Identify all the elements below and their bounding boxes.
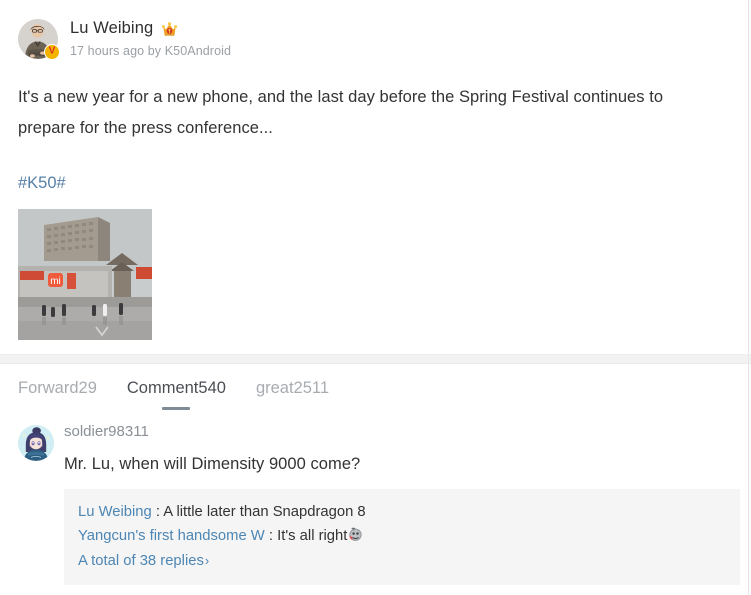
post-timestamp-source: 17 hours ago by K50Android: [70, 44, 232, 58]
tab-great[interactable]: great2511: [256, 376, 329, 410]
reply-author[interactable]: Yangcun's first handsome W: [78, 528, 265, 544]
post-image[interactable]: mi: [18, 209, 152, 340]
tab-forward-label: Forward29: [18, 379, 97, 397]
reply-line: Yangcun's first handsome W : It's all ri…: [78, 524, 726, 548]
post-header: V Lu Weibing 17 hours ago by K50Android: [0, 0, 751, 60]
post-text: It's a new year for a new phone, and the…: [18, 88, 664, 137]
post-body: It's a new year for a new phone, and the…: [0, 82, 751, 340]
reply-content: A little later than Snapdragon 8: [163, 504, 366, 520]
post-topic-link[interactable]: #K50#: [18, 171, 66, 195]
svg-text:mi: mi: [50, 276, 61, 287]
right-gutter-line: [748, 0, 749, 595]
crown-icon: [161, 21, 178, 38]
reply-content: It's all right: [277, 528, 348, 544]
author-info: Lu Weibing 17 hours ago by K50Android: [70, 17, 231, 60]
weibo-post-page: V Lu Weibing 17 hours ago by K50Android …: [0, 0, 751, 595]
reply-separator: :: [264, 528, 278, 544]
comment-text: Mr. Lu, when will Dimensity 9000 come?: [64, 455, 361, 473]
tab-forward[interactable]: Forward29: [18, 376, 97, 410]
chevron-right-icon: ›: [204, 553, 210, 568]
tab-great-label: great2511: [255, 379, 330, 397]
tab-comment-label: Comment540: [126, 379, 226, 397]
commenter-avatar-wrap[interactable]: [18, 425, 54, 461]
section-divider: [0, 354, 751, 364]
post-image-wrap: mi: [18, 209, 733, 340]
verified-v-icon: V: [44, 44, 60, 60]
reply-summary-box: Lu Weibing : A little later than Snapdra…: [64, 489, 740, 585]
interaction-tabs: Forward29 Comment540 great2511: [0, 364, 751, 410]
reply-line: Lu Weibing : A little later than Snapdra…: [78, 500, 726, 524]
reply-separator: :: [151, 504, 164, 520]
author-name-row: Lu Weibing: [70, 17, 231, 39]
author-name[interactable]: Lu Weibing: [70, 17, 153, 39]
anime-avatar[interactable]: [18, 425, 54, 461]
reply-author[interactable]: Lu Weibing: [78, 504, 152, 520]
commenter-username[interactable]: soldier98311: [64, 422, 149, 442]
comment-item: soldier98311 Mr. Lu, when will Dimensity…: [0, 410, 751, 585]
comment-main: soldier98311 Mr. Lu, when will Dimensity…: [64, 422, 751, 585]
author-avatar-wrap[interactable]: V: [18, 19, 60, 60]
sticker-emoji: [348, 526, 363, 541]
verified-v-glyph: V: [48, 45, 56, 57]
view-all-replies-label: A total of 38 replies: [78, 553, 204, 569]
view-all-replies-link[interactable]: A total of 38 replies›: [78, 549, 209, 573]
tab-comment[interactable]: Comment540: [127, 376, 226, 410]
